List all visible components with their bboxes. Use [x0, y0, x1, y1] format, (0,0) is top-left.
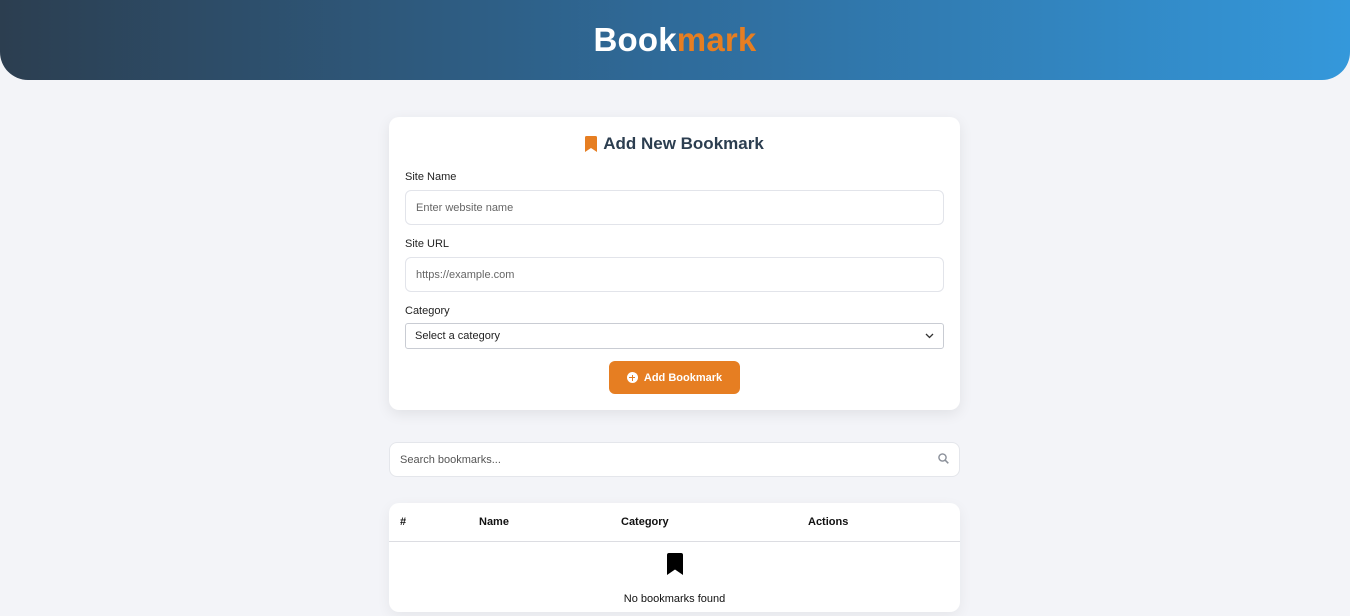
brand-logo: Bookmark — [593, 21, 756, 59]
site-name-input[interactable] — [405, 190, 944, 225]
column-header-actions: Actions — [808, 516, 849, 528]
column-header-name: Name — [479, 516, 509, 528]
brand-text-primary: Book — [593, 21, 677, 58]
empty-state: No bookmarks found — [389, 553, 960, 605]
add-bookmark-button[interactable]: Add Bookmark — [609, 361, 740, 394]
form-title-text: Add New Bookmark — [603, 134, 764, 153]
search-bar — [389, 442, 960, 477]
site-url-label: Site URL — [405, 238, 450, 250]
plus-circle-icon — [626, 372, 638, 383]
chevron-down-icon — [925, 330, 934, 342]
add-bookmark-card: Add New Bookmark Site Name Site URL Cate… — [389, 117, 960, 410]
category-label: Category — [405, 305, 450, 317]
column-header-index: # — [400, 516, 407, 528]
site-name-label: Site Name — [405, 171, 457, 183]
category-selected-value: Select a category — [415, 330, 500, 342]
form-title: Add New Bookmark — [405, 134, 944, 154]
column-header-category: Category — [621, 516, 669, 528]
empty-state-message: No bookmarks found — [623, 593, 726, 605]
category-select[interactable]: Select a category — [405, 323, 944, 349]
add-bookmark-button-label: Add Bookmark — [643, 371, 723, 384]
app-header: Bookmark — [0, 0, 1350, 80]
brand-text-accent: mark — [676, 21, 757, 58]
bookmarks-table: # Name Category Actions No bookmarks fou… — [389, 503, 960, 612]
bookmark-icon — [666, 553, 683, 580]
table-header: # Name Category Actions — [389, 503, 960, 542]
site-url-input[interactable] — [405, 257, 944, 292]
bookmark-icon — [585, 136, 598, 152]
search-input[interactable] — [400, 453, 938, 466]
search-icon[interactable] — [938, 451, 949, 469]
